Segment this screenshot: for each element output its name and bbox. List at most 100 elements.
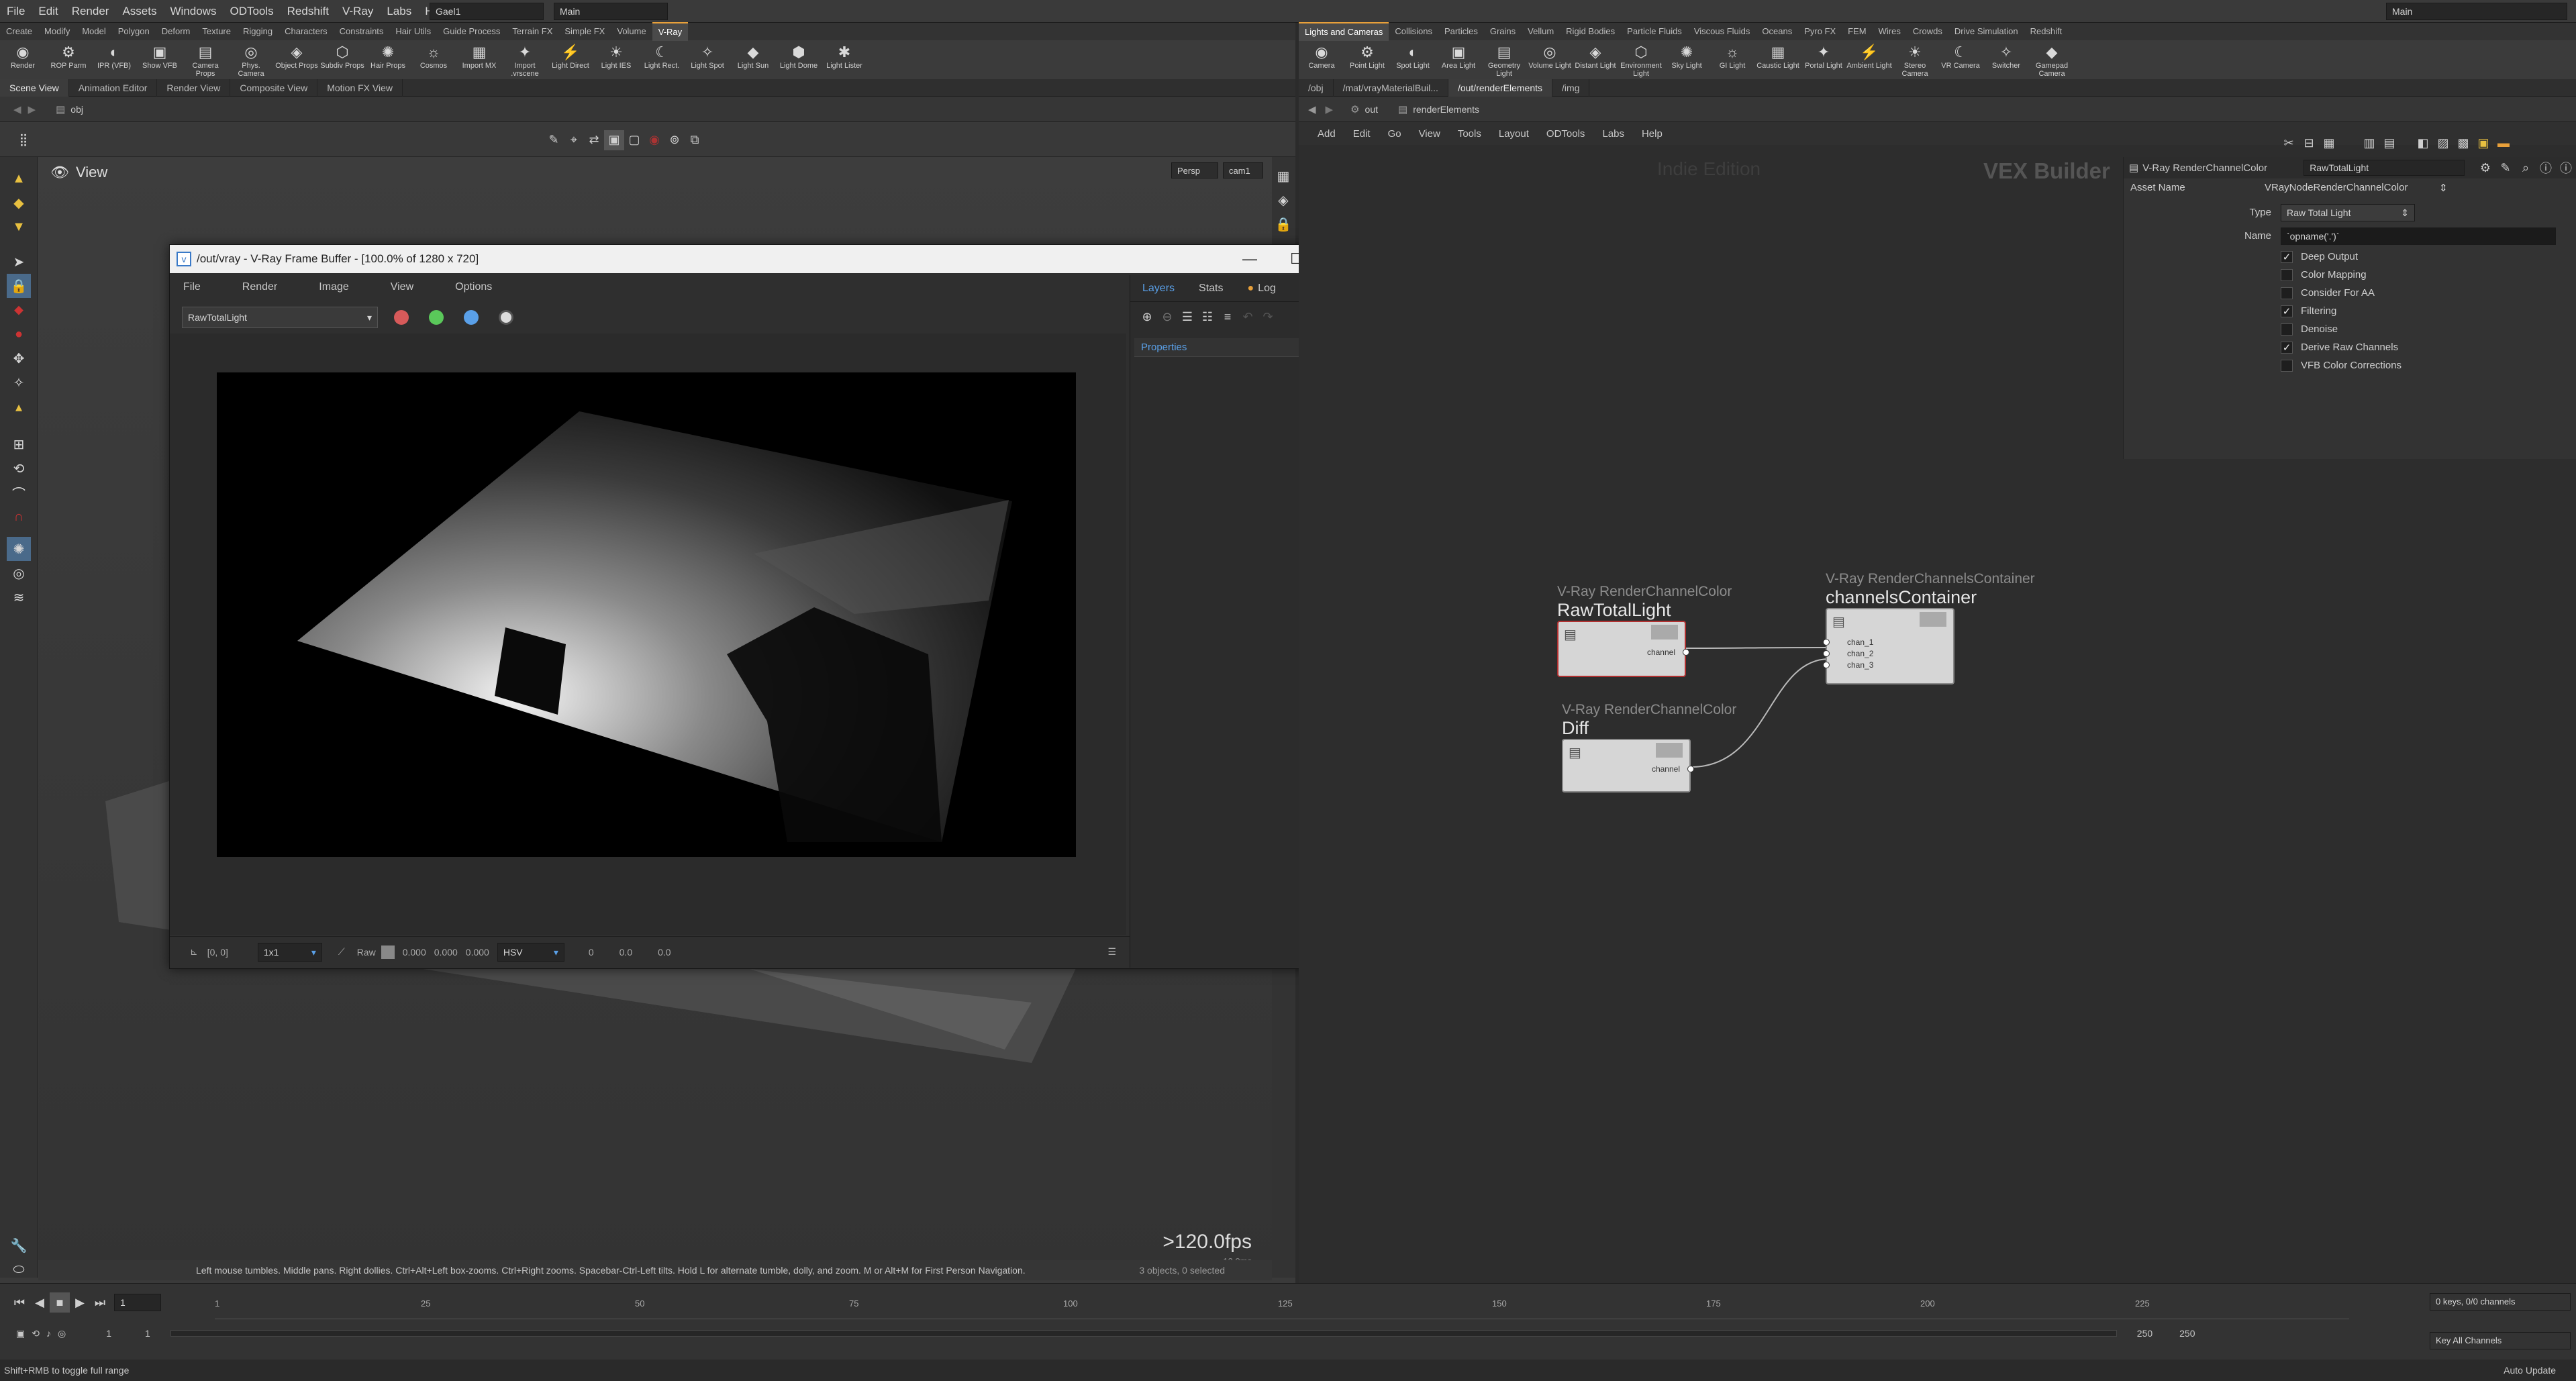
menu-item[interactable]: Redshift <box>281 0 336 23</box>
shelf-tab[interactable]: Characters <box>279 23 334 40</box>
key-all-channels[interactable]: Key All Channels <box>2430 1332 2571 1349</box>
pane-tab[interactable]: Motion FX View <box>317 79 403 97</box>
grid-menu-icon[interactable]: ⣿ <box>13 130 34 150</box>
menu-item[interactable]: Edit <box>32 0 64 23</box>
pixel-picker-icon[interactable]: ⊾ <box>190 946 198 958</box>
vfb-menu-item[interactable]: View <box>391 281 413 293</box>
pose-icon[interactable]: ✧ <box>7 370 31 395</box>
undo-icon[interactable]: ↶ <box>1238 307 1258 327</box>
color-mode-select[interactable]: HSV ▾ <box>497 942 564 962</box>
shelf-tab[interactable]: Hair Utils <box>389 23 437 40</box>
network-menu-item[interactable]: Tools <box>1458 128 1481 140</box>
tools-icon[interactable]: ✂ <box>2279 133 2299 153</box>
vfb-image-area[interactable] <box>170 334 1126 935</box>
net-back-icon[interactable]: ◀ <box>1308 103 1316 115</box>
shelf-tool[interactable]: ◎ Volume Light <box>1527 43 1573 70</box>
toggle-checkbox[interactable] <box>2281 268 2293 281</box>
more-icon[interactable]: ⓘ <box>2556 158 2576 178</box>
node-name-field[interactable]: RawTotalLight <box>2303 160 2465 176</box>
camera-nav-icon[interactable]: ◎ <box>7 561 31 585</box>
output-port[interactable] <box>1683 649 1689 656</box>
shelf-tab[interactable]: Model <box>76 23 111 40</box>
blue-channel-toggle[interactable] <box>464 310 479 325</box>
range-start[interactable]: 1 <box>106 1328 111 1339</box>
shelf-tab[interactable]: FEM <box>1842 23 1872 40</box>
network-menu-item[interactable]: ODTools <box>1546 128 1585 140</box>
toggle-checkbox[interactable]: ✓ <box>2281 250 2293 263</box>
shelf-tab[interactable]: Guide Process <box>437 23 506 40</box>
select-tool3-icon[interactable]: ▼ <box>7 215 31 239</box>
shelf-tab[interactable]: Rigging <box>237 23 279 40</box>
shelf-tool[interactable]: ✦ Import .vrscene <box>502 43 548 79</box>
shelf-tool[interactable]: ◆ Light Sun <box>730 43 776 70</box>
select-tool-icon[interactable]: ▲ <box>7 166 31 191</box>
view-tool-icon[interactable]: ⊞ <box>7 432 31 456</box>
record-icon[interactable]: ◉ <box>644 130 664 150</box>
net-forward-icon[interactable]: ▶ <box>1326 103 1334 115</box>
wire-icon[interactable]: ▢ <box>624 130 644 150</box>
pane-tab[interactable]: Animation Editor <box>69 79 158 97</box>
magnet-icon[interactable]: ⌒ <box>7 480 31 505</box>
shelf-tool[interactable]: ▣ Show VFB <box>137 43 183 70</box>
vfb-side-tab[interactable]: ● Log <box>1236 275 1288 302</box>
shelf-tab[interactable]: Collisions <box>1389 23 1438 40</box>
shelf-tab[interactable]: Modify <box>38 23 76 40</box>
vfb-menu-item[interactable]: Render <box>242 281 277 293</box>
input-port[interactable] <box>1823 639 1830 646</box>
node-flags[interactable] <box>1920 612 1946 627</box>
go-end-icon[interactable]: ⏭ <box>90 1292 110 1313</box>
toggle-checkbox[interactable]: ✓ <box>2281 341 2293 354</box>
right-desktop-selector[interactable]: Main <box>2386 3 2567 20</box>
shelf-tab[interactable]: Wires <box>1873 23 1907 40</box>
left-path-text[interactable]: obj <box>70 104 1144 115</box>
gear-icon[interactable]: ⚙ <box>2475 158 2495 178</box>
shelf-tab[interactable]: Vellum <box>1522 23 1560 40</box>
grid-view-icon[interactable]: ▥ <box>2359 133 2379 153</box>
vfb-menu-item[interactable]: Image <box>319 281 348 293</box>
shelf-tool[interactable]: ⚙ Point Light <box>1344 43 1390 70</box>
shelf-tab[interactable]: Terrain FX <box>506 23 558 40</box>
green-channel-toggle[interactable] <box>429 310 444 325</box>
path-node[interactable]: renderElements <box>1413 104 1479 115</box>
shelf-tool[interactable]: ▦ Caustic Light <box>1755 43 1801 70</box>
shelf-tool[interactable]: ⬢ Light Dome <box>776 43 822 70</box>
shelf-tool[interactable]: ✧ Switcher <box>1983 43 2029 70</box>
shelf-tab[interactable]: Particles <box>1438 23 1484 40</box>
pane-tab[interactable]: Scene View <box>0 79 69 97</box>
shape-icon[interactable]: ▩ <box>2453 133 2473 153</box>
type-select[interactable]: Raw Total Light ⇕ <box>2281 203 2415 221</box>
pane-tab[interactable]: /img <box>1552 79 1590 97</box>
lasso-icon[interactable]: ⟲ <box>7 456 31 480</box>
shelf-tab[interactable]: Grains <box>1484 23 1522 40</box>
menu-item[interactable]: Labs <box>380 0 418 23</box>
shelf-tool[interactable]: ▤ Geometry Light <box>1481 43 1527 79</box>
input-port[interactable] <box>1823 662 1830 668</box>
wrench-icon[interactable]: 🔧 <box>7 1233 31 1258</box>
shelf-tool[interactable]: ✺ Sky Light <box>1664 43 1710 70</box>
ghost-icon[interactable]: ⇄ <box>584 130 604 150</box>
viewport-lock-icon[interactable]: 🔒 <box>1273 212 1293 236</box>
node-flags[interactable] <box>1651 625 1678 640</box>
scene-file-field[interactable]: Gael1 <box>430 3 544 20</box>
step-back-icon[interactable]: ◀ <box>30 1292 50 1313</box>
network-menu-item[interactable]: Edit <box>1353 128 1371 140</box>
shelf-tab[interactable]: Drive Simulation <box>1948 23 2024 40</box>
orbit-icon[interactable]: ✺ <box>7 537 31 561</box>
shelf-tool[interactable]: ◎ Phys. Camera <box>228 43 274 79</box>
menu-item[interactable]: Assets <box>115 0 163 23</box>
pointer-icon[interactable]: ➤ <box>7 250 31 274</box>
shelf-tool[interactable]: ✱ Light Lister <box>822 43 867 70</box>
stop-icon[interactable]: ■ <box>50 1292 70 1313</box>
anim-icon[interactable]: ◎ <box>58 1328 66 1339</box>
bottom-tool-icon[interactable]: ⬭ <box>7 1258 31 1282</box>
toggle-checkbox[interactable]: ✓ <box>2281 305 2293 317</box>
path-root[interactable]: out <box>1365 104 1378 115</box>
pane-tab[interactable]: /obj <box>1299 79 1334 97</box>
list-icon[interactable]: ▦ <box>2319 133 2339 153</box>
play-icon[interactable]: ▶ <box>70 1292 90 1313</box>
range-slider[interactable] <box>170 1330 2117 1337</box>
shelf-tool[interactable]: ⬡ Environment Light <box>1618 43 1664 79</box>
shelf-tab[interactable]: Viscous Fluids <box>1688 23 1756 40</box>
display-options-icon[interactable]: ✎ <box>544 130 564 150</box>
shelf-tab[interactable]: Lights and Cameras <box>1299 22 1389 41</box>
